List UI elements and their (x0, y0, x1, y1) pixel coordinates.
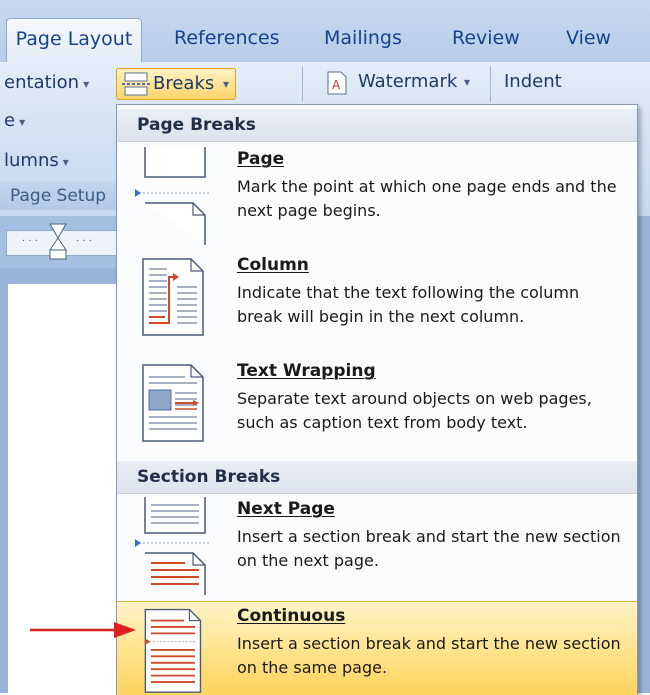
orientation-label: entation (4, 72, 80, 93)
menu-item-title: Next Page (237, 499, 335, 519)
menu-item-continuous-break[interactable]: Continuous Insert a section break and st… (117, 601, 637, 695)
columns-label: lumns (4, 150, 59, 171)
next-page-break-icon (135, 497, 209, 595)
document-right-edge (636, 216, 650, 693)
breaks-dropdown-menu: Page Breaks Page Mark the point at which… (116, 104, 638, 695)
breaks-icon (122, 72, 150, 96)
menu-item-text-wrapping-break[interactable]: Text Wrapping Separate text around objec… (117, 357, 637, 461)
section-breaks-header: Section Breaks (117, 461, 637, 494)
page-breaks-header: Page Breaks (117, 109, 637, 142)
menu-item-page-break[interactable]: Page Mark the point at which one page en… (117, 145, 637, 249)
menu-item-title: Page (237, 149, 285, 169)
menu-item-description: Insert a section break and start the new… (237, 527, 621, 570)
breaks-button[interactable]: Breaks ▾ (116, 68, 236, 100)
menu-item-description: Mark the point at which one page ends an… (237, 177, 617, 220)
text-wrapping-break-icon (142, 364, 204, 442)
horizontal-ruler: · · · · · · (0, 216, 120, 268)
menu-item-title: Column (237, 255, 309, 275)
size-label: e (4, 110, 16, 131)
page-setup-group-label: Page Setup (0, 182, 118, 210)
chevron-down-icon: ▾ (19, 115, 26, 129)
ribbon-separator (302, 66, 303, 102)
tab-review[interactable]: Review (452, 18, 520, 62)
menu-item-title: Continuous (237, 606, 346, 626)
breaks-label: Breaks (153, 73, 215, 94)
orientation-button[interactable]: entation ▾ (4, 72, 89, 93)
red-arrow-icon (30, 622, 136, 638)
continuous-break-icon (144, 608, 202, 693)
size-button[interactable]: e ▾ (4, 110, 25, 131)
tab-references[interactable]: References (174, 18, 280, 62)
columns-button[interactable]: lumns ▾ (4, 150, 69, 171)
menu-item-description: Indicate that the text following the col… (237, 283, 580, 326)
page-break-icon (135, 147, 209, 245)
menu-item-next-page-break[interactable]: Next Page Insert a section break and sta… (117, 495, 637, 599)
chevron-down-icon: ▾ (62, 155, 69, 169)
ribbon-separator (490, 66, 491, 102)
ruler-ticks: · · · (22, 236, 38, 247)
menu-item-description: Insert a section break and start the new… (237, 634, 621, 677)
menu-item-title: Text Wrapping (237, 361, 376, 381)
column-break-icon (142, 258, 204, 336)
tab-view[interactable]: View (566, 18, 611, 62)
svg-text:A: A (332, 78, 341, 92)
chevron-down-icon: ▾ (83, 77, 90, 91)
menu-item-column-break[interactable]: Column Indicate that the text following … (117, 251, 637, 355)
tab-page-layout[interactable]: Page Layout (6, 18, 142, 63)
watermark-label: Watermark (358, 71, 458, 92)
indent-label: Indent (504, 71, 562, 92)
menu-item-description: Separate text around objects on web page… (237, 389, 592, 432)
tab-mailings[interactable]: Mailings (324, 18, 402, 62)
watermark-icon: A (327, 71, 347, 95)
chevron-down-icon: ▾ (464, 75, 471, 89)
chevron-down-icon: ▾ (223, 77, 230, 91)
ribbon-tab-bar: Page Layout References Mailings Review V… (0, 0, 650, 63)
ruler-ticks: · · · (76, 236, 92, 247)
indent-marker-icon[interactable] (48, 222, 68, 262)
